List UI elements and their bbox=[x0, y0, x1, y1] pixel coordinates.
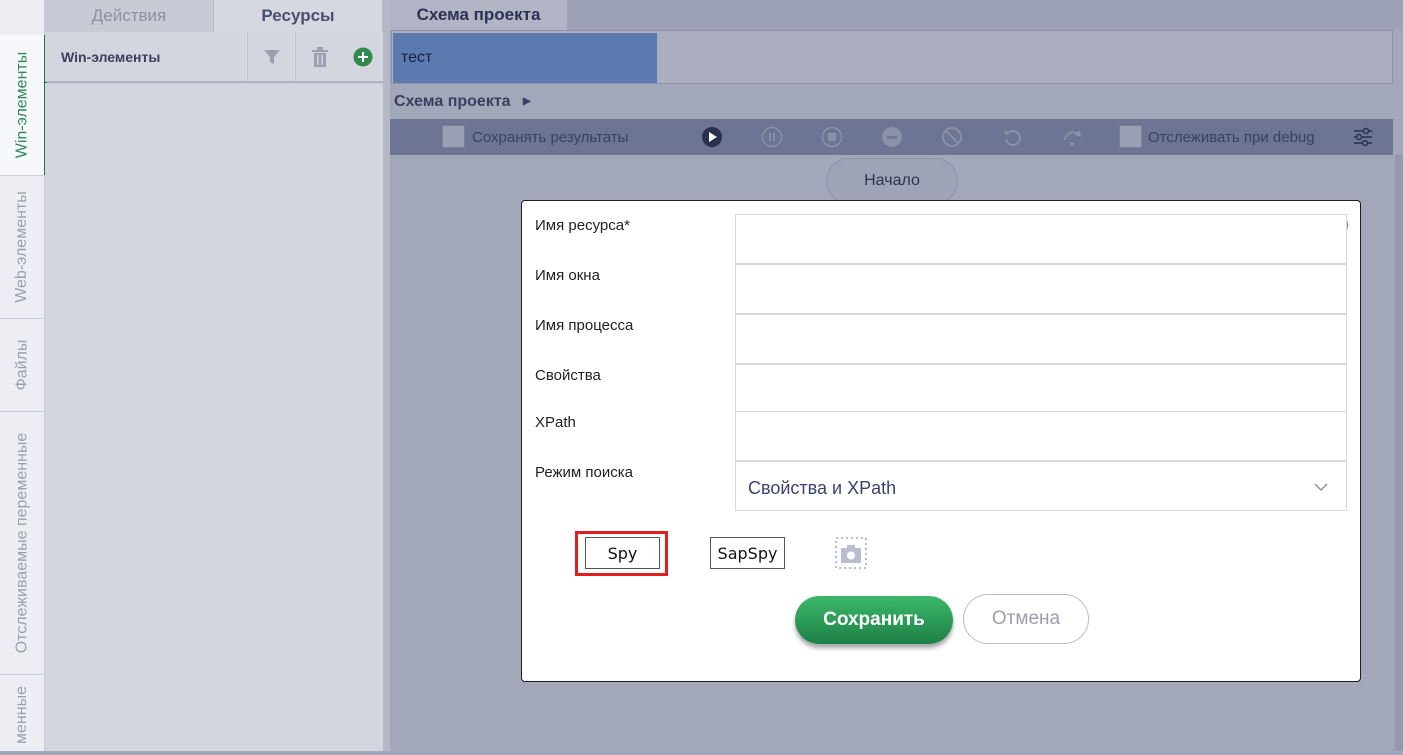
right-tabs: Схема проекта bbox=[390, 0, 1403, 30]
spy-button[interactable]: Spy bbox=[585, 537, 660, 569]
trash-icon bbox=[312, 47, 328, 67]
canvas-scrollbar[interactable] bbox=[1395, 155, 1403, 751]
plus-circle-icon bbox=[353, 47, 373, 67]
resource-header: Win-элементы bbox=[45, 32, 383, 82]
start-node[interactable]: Начало bbox=[826, 158, 958, 204]
tab-actions[interactable]: Действия bbox=[45, 0, 214, 32]
undo-icon[interactable] bbox=[1001, 126, 1023, 148]
settings-sliders-icon[interactable] bbox=[1352, 126, 1374, 148]
vtab-files[interactable]: Файлы bbox=[0, 319, 44, 412]
resource-list bbox=[45, 83, 383, 751]
tab-resources[interactable]: Ресурсы bbox=[214, 0, 383, 32]
vtab-web-elements[interactable]: Web-элементы bbox=[0, 176, 44, 319]
breadcrumb-label: Схема проекта bbox=[394, 93, 511, 110]
panel-splitter[interactable] bbox=[383, 0, 390, 751]
step-over-icon[interactable] bbox=[1061, 126, 1083, 148]
vtab-label: Файлы bbox=[13, 339, 30, 391]
block-icon[interactable] bbox=[941, 126, 963, 148]
add-button[interactable] bbox=[343, 32, 383, 82]
track-debug-label: Отслеживать при debug bbox=[1148, 129, 1315, 146]
filter-icon bbox=[264, 50, 280, 64]
search-mode-value: Свойства и XPath bbox=[748, 478, 897, 498]
vtab-label: Отслеживаемые переменные bbox=[13, 432, 31, 654]
cancel-button[interactable]: Отмена bbox=[963, 594, 1089, 644]
vtab-label: Web-элементы bbox=[13, 191, 31, 303]
open-tabs-bar: тест bbox=[391, 30, 1393, 84]
search-mode-label: Режим поиска bbox=[535, 464, 633, 481]
left-vertical-tabs: Win-элементы Web-элементы Файлы Отслежив… bbox=[0, 0, 47, 751]
vtab-variables[interactable]: менные bbox=[0, 675, 44, 755]
xpath-label: XPath bbox=[535, 414, 576, 431]
panel-tabs: Действия Ресурсы bbox=[45, 0, 383, 32]
resource-name-label: Имя ресурса* bbox=[535, 217, 630, 234]
play-icon[interactable] bbox=[701, 126, 723, 148]
pause-icon[interactable] bbox=[761, 126, 783, 148]
vtab-label: менные bbox=[13, 686, 30, 744]
minus-circle-icon[interactable] bbox=[881, 126, 903, 148]
process-name-input[interactable] bbox=[735, 314, 1347, 364]
properties-input[interactable] bbox=[735, 364, 1347, 412]
filter-button[interactable] bbox=[247, 32, 296, 82]
tab-project-scheme[interactable]: Схема проекта bbox=[390, 0, 567, 30]
vtab-tracked-variables[interactable]: Отслеживаемые переменные bbox=[0, 412, 44, 675]
save-results-checkbox[interactable] bbox=[442, 125, 465, 148]
vtab-win-elements[interactable]: Win-элементы bbox=[0, 35, 47, 176]
debug-toolbar: Сохранять результаты Отслеживать при deb… bbox=[390, 119, 1393, 155]
delete-button[interactable] bbox=[295, 32, 344, 82]
search-mode-select[interactable]: Свойства и XPath bbox=[735, 461, 1347, 511]
breadcrumb[interactable]: Схема проекта ▶ bbox=[394, 93, 531, 111]
window-name-input[interactable] bbox=[735, 264, 1347, 314]
caret-right-icon: ▶ bbox=[523, 96, 531, 107]
properties-label: Свойства bbox=[535, 367, 601, 384]
screenshot-camera-icon[interactable] bbox=[835, 537, 867, 569]
resource-name-input[interactable] bbox=[735, 214, 1347, 264]
open-tab-chip[interactable]: тест bbox=[393, 33, 657, 83]
vtab-label: Win-элементы bbox=[13, 51, 30, 159]
resource-dialog: Имя ресурса* Имя окна Имя процесса Свойс… bbox=[521, 200, 1361, 682]
window-name-label: Имя окна bbox=[535, 267, 600, 284]
xpath-input[interactable] bbox=[735, 411, 1347, 461]
process-name-label: Имя процесса bbox=[535, 317, 634, 334]
save-button[interactable]: Сохранить bbox=[795, 596, 953, 644]
stop-icon[interactable] bbox=[821, 126, 843, 148]
track-debug-checkbox[interactable] bbox=[1119, 125, 1142, 148]
sapspy-button[interactable]: SapSpy bbox=[710, 537, 785, 569]
save-results-label: Сохранять результаты bbox=[472, 129, 629, 146]
chevron-down-icon bbox=[1314, 483, 1328, 492]
resource-category-label: Win-элементы bbox=[61, 49, 161, 65]
